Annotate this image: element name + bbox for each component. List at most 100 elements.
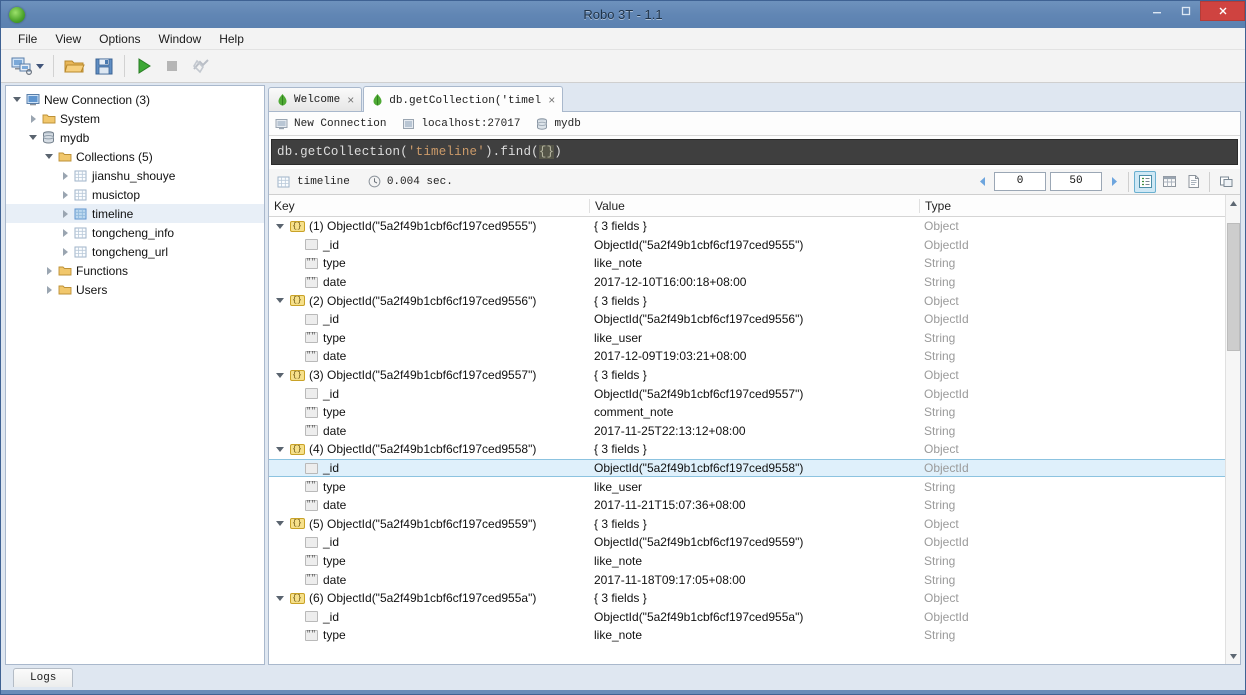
cell-key-label: (4) ObjectId("5a2f49b1cbf6cf197ced9558") [309, 442, 537, 457]
table-row[interactable]: {} (3) ObjectId("5a2f49b1cbf6cf197ced9557… [269, 366, 1225, 385]
results-scrollbar[interactable] [1225, 195, 1240, 664]
tab-query-timeline[interactable]: db.getCollection('timelin⋯ × [363, 86, 564, 112]
tree-label: New Connection (3) [44, 92, 151, 107]
sidebar-item-users[interactable]: Users [6, 280, 264, 299]
tree-item-mydb[interactable]: mydb [6, 128, 264, 147]
column-header-type[interactable]: Type [919, 198, 1225, 213]
string-icon: "" [304, 350, 318, 362]
query-editor[interactable]: db.getCollection('timeline').find({}) [271, 139, 1238, 165]
menu-options[interactable]: Options [90, 30, 149, 48]
table-row[interactable]: "" type comment_note String [269, 403, 1225, 422]
twisty-closed-icon[interactable] [58, 247, 72, 256]
table-row[interactable]: "" date 2017-12-10T16:00:18+08:00 String [269, 273, 1225, 292]
limit-input[interactable]: 50 [1050, 172, 1102, 191]
menu-file[interactable]: File [9, 30, 46, 48]
close-icon[interactable]: × [548, 93, 555, 107]
tree-item-system[interactable]: System [6, 109, 264, 128]
cell-key: _id [269, 535, 589, 549]
arrow-right-icon[interactable] [1104, 172, 1124, 192]
twisty-open-icon[interactable] [273, 298, 287, 304]
table-row[interactable]: {} (6) ObjectId("5a2f49b1cbf6cf197ced955a… [269, 589, 1225, 608]
maximize-pane-icon[interactable] [1215, 171, 1237, 193]
twisty-open-icon[interactable] [273, 372, 287, 378]
table-row[interactable]: "" date 2017-11-18T09:17:05+08:00 String [269, 570, 1225, 589]
twisty-closed-icon[interactable] [26, 114, 40, 123]
close-icon[interactable]: × [347, 93, 354, 107]
breadcrumb-connection[interactable]: New Connection [275, 118, 386, 130]
tab-welcome[interactable]: Welcome × [268, 87, 363, 111]
table-row[interactable]: "" date 2017-12-09T19:03:21+08:00 String [269, 347, 1225, 366]
twisty-open-icon[interactable] [273, 446, 287, 452]
table-row[interactable]: _id ObjectId("5a2f49b1cbf6cf197ced9558") O… [269, 458, 1225, 478]
twisty-closed-icon[interactable] [58, 171, 72, 180]
table-row[interactable]: _id ObjectId("5a2f49b1cbf6cf197ced9557") O… [269, 384, 1225, 403]
tree-item-collections[interactable]: Collections (5) [6, 147, 264, 166]
menu-help[interactable]: Help [210, 30, 253, 48]
table-row[interactable]: "" type like_note String [269, 626, 1225, 645]
connect-button[interactable] [7, 53, 48, 79]
twisty-open-icon[interactable] [26, 135, 40, 140]
sidebar-item-musictop[interactable]: musictop [6, 185, 264, 204]
chevron-down-icon[interactable] [36, 63, 44, 69]
logs-button[interactable]: Logs [13, 668, 74, 687]
tree-item-new-connection[interactable]: New Connection (3) [6, 90, 264, 109]
explain-button[interactable] [186, 53, 216, 79]
sidebar-item-tongcheng-info[interactable]: tongcheng_info [6, 223, 264, 242]
sidebar-item-timeline[interactable]: timeline [6, 204, 264, 223]
stop-button[interactable] [158, 53, 186, 79]
menu-window[interactable]: Window [150, 30, 211, 48]
twisty-open-icon[interactable] [10, 97, 24, 102]
table-row[interactable]: "" type like_note String [269, 552, 1225, 571]
save-script-button[interactable] [89, 53, 119, 79]
execute-button[interactable] [130, 53, 158, 79]
toolbar-separator [1209, 171, 1210, 192]
table-row[interactable]: {} (5) ObjectId("5a2f49b1cbf6cf197ced9559… [269, 515, 1225, 534]
minimize-icon[interactable] [1142, 1, 1171, 21]
twisty-closed-icon[interactable] [58, 228, 72, 237]
table-row[interactable]: {} (2) ObjectId("5a2f49b1cbf6cf197ced9556… [269, 291, 1225, 310]
document-icon: {} [287, 592, 307, 604]
sidebar-item-tongcheng-url[interactable]: tongcheng_url [6, 242, 264, 261]
twisty-closed-icon[interactable] [42, 266, 56, 275]
table-view-button[interactable] [1158, 171, 1180, 193]
skip-input[interactable]: 0 [994, 172, 1046, 191]
table-row[interactable]: "" type like_user String [269, 477, 1225, 496]
column-header-value[interactable]: Value [589, 198, 919, 213]
text-view-button[interactable] [1182, 171, 1204, 193]
table-row[interactable]: {} (1) ObjectId("5a2f49b1cbf6cf197ced9555… [269, 217, 1225, 236]
column-header-key[interactable]: Key [269, 199, 589, 213]
twisty-open-icon[interactable] [42, 154, 56, 159]
twisty-closed-icon[interactable] [58, 209, 72, 218]
twisty-open-icon[interactable] [273, 521, 287, 527]
breadcrumb-database[interactable]: mydb [536, 117, 581, 130]
twisty-open-icon[interactable] [273, 223, 287, 229]
table-row[interactable]: _id ObjectId("5a2f49b1cbf6cf197ced9556") O… [269, 310, 1225, 329]
scroll-thumb[interactable] [1226, 223, 1240, 351]
scroll-track[interactable] [1226, 211, 1241, 648]
open-script-button[interactable] [59, 53, 89, 79]
menu-view[interactable]: View [46, 30, 90, 48]
cell-key: _id [269, 238, 589, 252]
twisty-closed-icon[interactable] [58, 190, 72, 199]
table-row[interactable]: _id ObjectId("5a2f49b1cbf6cf197ced955a") O… [269, 607, 1225, 626]
breadcrumb-host[interactable]: localhost:27017 [402, 118, 520, 130]
sidebar-item-functions[interactable]: Functions [6, 261, 264, 280]
arrow-left-icon[interactable] [972, 172, 992, 192]
close-icon[interactable] [1200, 1, 1245, 21]
table-row[interactable]: _id ObjectId("5a2f49b1cbf6cf197ced9555") O… [269, 236, 1225, 255]
table-row[interactable]: _id ObjectId("5a2f49b1cbf6cf197ced9559") O… [269, 533, 1225, 552]
table-row[interactable]: "" type like_note String [269, 254, 1225, 273]
table-row[interactable]: {} (4) ObjectId("5a2f49b1cbf6cf197ced9558… [269, 440, 1225, 459]
scroll-down-icon[interactable] [1226, 648, 1241, 664]
table-row[interactable]: "" date 2017-11-25T22:13:12+08:00 String [269, 422, 1225, 441]
tree-view-button[interactable] [1134, 170, 1156, 193]
maximize-icon[interactable] [1171, 1, 1200, 21]
sidebar-item-jianshu-shouye[interactable]: jianshu_shouye [6, 166, 264, 185]
twisty-open-icon[interactable] [273, 595, 287, 601]
cell-key: {} (3) ObjectId("5a2f49b1cbf6cf197ced9557… [269, 368, 589, 382]
scroll-up-icon[interactable] [1226, 195, 1241, 211]
twisty-closed-icon[interactable] [42, 285, 56, 294]
breadcrumb-label: mydb [554, 117, 581, 130]
table-row[interactable]: "" date 2017-11-21T15:07:36+08:00 String [269, 496, 1225, 515]
table-row[interactable]: "" type like_user String [269, 329, 1225, 348]
